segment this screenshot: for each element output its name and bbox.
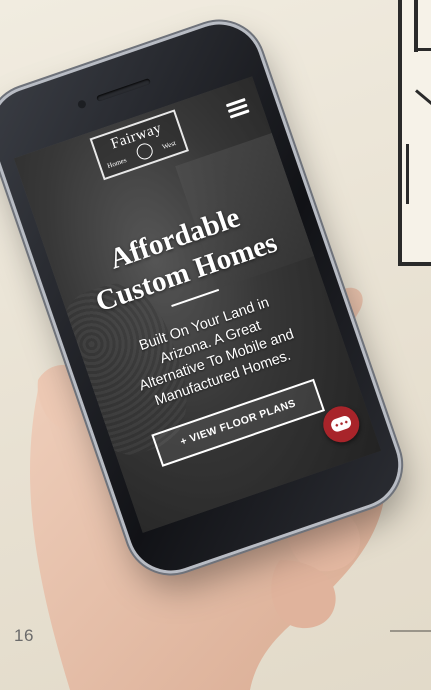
logo-left-word: Homes xyxy=(106,156,128,171)
earpiece-speaker xyxy=(96,78,151,102)
brochure-page: 16 Fairway Homes West Affordable Custom … xyxy=(0,0,431,690)
logo-right-word: West xyxy=(161,139,177,152)
front-camera xyxy=(76,99,88,110)
